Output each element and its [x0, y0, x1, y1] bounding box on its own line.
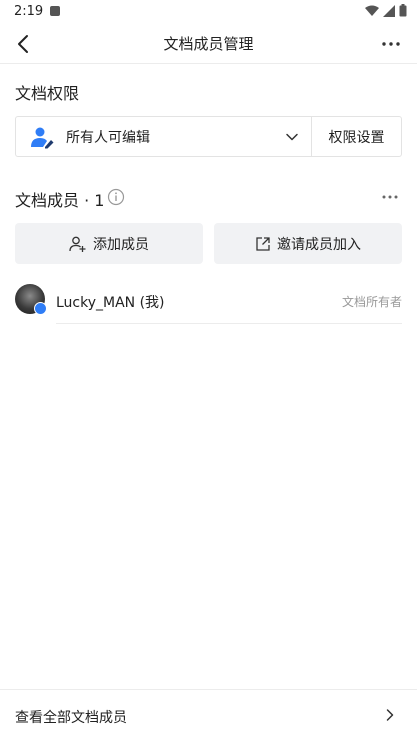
status-indicators	[365, 4, 407, 17]
badge-icon	[34, 302, 47, 315]
external-link-icon	[256, 236, 270, 251]
chevron-right-icon	[386, 709, 394, 721]
members-section-title: 文档成员 · 1	[15, 191, 105, 210]
info-icon[interactable]	[107, 188, 125, 206]
permission-select-value: 所有人可编辑	[66, 129, 150, 146]
member-role: 文档所有者	[341, 295, 402, 309]
signal-icon	[383, 4, 395, 17]
divider	[56, 323, 402, 324]
wifi-icon	[365, 5, 379, 16]
add-member-button[interactable]: 添加成员	[15, 223, 203, 264]
more-options-button[interactable]	[379, 32, 403, 56]
chevron-down-icon	[286, 133, 298, 141]
permission-box: 所有人可编辑 权限设置	[15, 116, 402, 157]
user-edit-icon	[31, 127, 54, 148]
add-member-label: 添加成员	[93, 236, 149, 253]
invite-member-button[interactable]: 邀请成员加入	[214, 223, 402, 264]
invite-member-label: 邀请成员加入	[277, 236, 361, 253]
status-bar: 2:19	[0, 0, 417, 24]
members-more-icon[interactable]	[380, 187, 400, 207]
notification-icon	[50, 6, 60, 16]
view-all-members-label: 查看全部文档成员	[15, 710, 127, 726]
more-horizontal-icon	[382, 42, 400, 46]
page-title: 文档成员管理	[163, 35, 254, 53]
list-item[interactable]: Lucky_MAN (我) 文档所有者	[15, 282, 402, 324]
member-name: Lucky_MAN (我)	[56, 295, 165, 311]
add-user-icon	[69, 236, 86, 252]
permission-section-title: 文档权限	[15, 84, 80, 103]
battery-icon	[399, 4, 407, 17]
members-header: 文档成员 · 1	[15, 187, 402, 210]
permission-select[interactable]: 所有人可编辑	[16, 117, 311, 156]
view-all-members-row[interactable]: 查看全部文档成员	[0, 689, 417, 741]
nav-bar: 文档成员管理	[0, 24, 417, 64]
status-time: 2:19	[14, 4, 44, 19]
permission-settings-button[interactable]: 权限设置	[311, 117, 401, 156]
